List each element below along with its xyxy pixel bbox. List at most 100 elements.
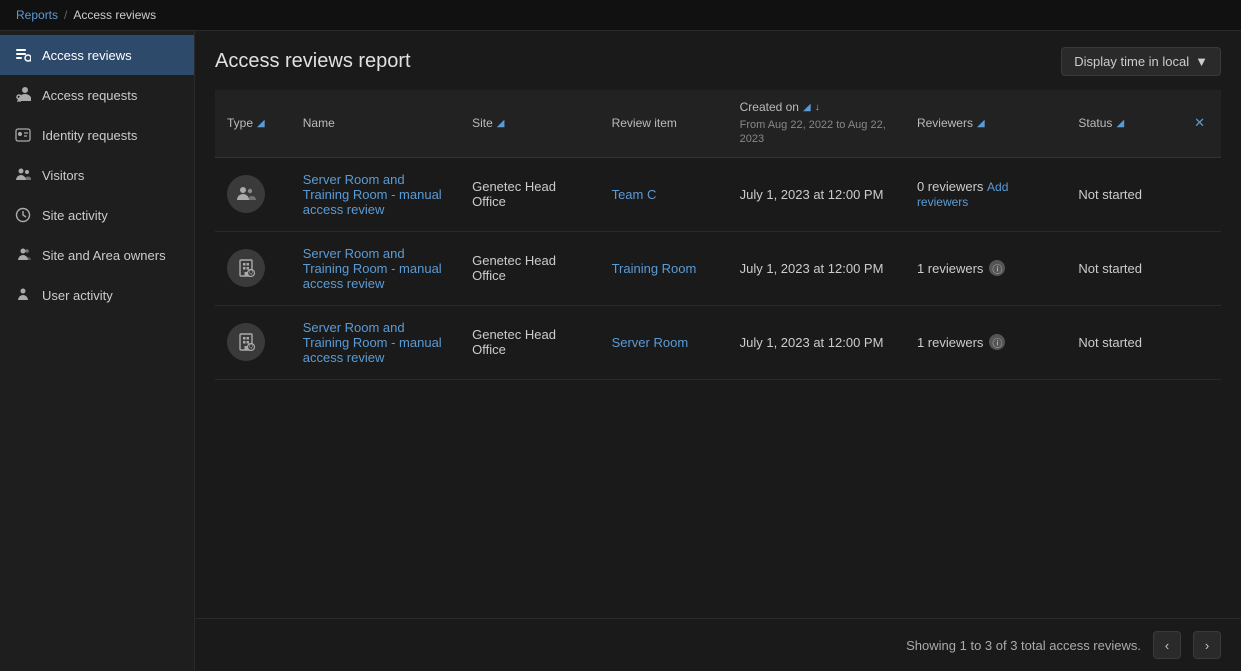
sidebar-item-identity-requests[interactable]: Identity requests bbox=[0, 115, 194, 155]
reviewers-info-icon[interactable]: ⓘ bbox=[989, 334, 1005, 350]
row-created-on-cell: July 1, 2023 at 12:00 PM bbox=[728, 305, 905, 379]
chevron-down-icon: ▼ bbox=[1195, 54, 1208, 69]
row-action-cell bbox=[1182, 157, 1221, 231]
row-review-item-link[interactable]: Server Room bbox=[612, 335, 689, 350]
row-created-on-value: July 1, 2023 at 12:00 PM bbox=[740, 335, 884, 350]
reviewers-filter-icon[interactable]: ◢ bbox=[977, 118, 985, 129]
showing-text: Showing 1 to 3 of 3 total access reviews… bbox=[906, 638, 1141, 653]
row-site-value: Genetec Head Office bbox=[472, 179, 556, 209]
row-name-cell: Server Room and Training Room - manual a… bbox=[291, 231, 460, 305]
row-reviewers-count: 1 reviewers bbox=[917, 261, 983, 276]
sidebar-item-label-user-activity: User activity bbox=[42, 288, 113, 303]
sidebar-item-label-site-area-owners: Site and Area owners bbox=[42, 248, 166, 263]
row-site-cell: Genetec Head Office bbox=[460, 231, 599, 305]
row-type-icon-cell: Q bbox=[215, 305, 291, 379]
row-action-cell bbox=[1182, 231, 1221, 305]
row-status-value: Not started bbox=[1078, 261, 1142, 276]
access-reviews-table: Type ◢ Name Site ◢ bbox=[215, 90, 1221, 380]
col-header-clear: ✕ bbox=[1182, 90, 1221, 157]
row-type-group-icon bbox=[227, 175, 265, 213]
row-review-item-cell: Server Room bbox=[600, 305, 728, 379]
row-review-item-cell: Training Room bbox=[600, 231, 728, 305]
sidebar-item-site-area-owners[interactable]: Site and Area owners bbox=[0, 235, 194, 275]
row-name-link[interactable]: Server Room and Training Room - manual a… bbox=[303, 320, 442, 365]
content-area: Access reviews report Display time in lo… bbox=[195, 31, 1241, 671]
visitors-icon bbox=[14, 166, 32, 184]
reviewers-info-icon[interactable]: ⓘ bbox=[989, 260, 1005, 276]
col-header-review-item: Review item bbox=[600, 90, 728, 157]
breadcrumb-separator: / bbox=[64, 8, 67, 22]
page-title: Access reviews report bbox=[215, 50, 411, 73]
created-on-filter-icon[interactable]: ◢ bbox=[803, 102, 811, 113]
row-name-cell: Server Room and Training Room - manual a… bbox=[291, 305, 460, 379]
sidebar: Access reviews Access requests Identit bbox=[0, 31, 195, 671]
row-status-cell: Not started bbox=[1066, 231, 1182, 305]
sidebar-item-user-activity[interactable]: User activity bbox=[0, 275, 194, 315]
row-reviewers-cell: 1 reviewers ⓘ bbox=[905, 231, 1066, 305]
row-site-cell: Genetec Head Office bbox=[460, 305, 599, 379]
breadcrumb: Reports / Access reviews bbox=[0, 0, 1241, 31]
table-row: Q Server Room and Training Room - manual… bbox=[215, 231, 1221, 305]
row-status-cell: Not started bbox=[1066, 305, 1182, 379]
row-name-link[interactable]: Server Room and Training Room - manual a… bbox=[303, 172, 442, 217]
user-activity-icon bbox=[14, 286, 32, 304]
clear-all-filters-icon[interactable]: ✕ bbox=[1194, 115, 1205, 130]
col-header-name: Name bbox=[291, 90, 460, 157]
row-created-on-value: July 1, 2023 at 12:00 PM bbox=[740, 187, 884, 202]
date-range-subtitle: From Aug 22, 2022 to Aug 22, 2023 bbox=[740, 118, 893, 147]
row-type-icon-cell bbox=[215, 157, 291, 231]
identity-requests-icon bbox=[14, 126, 32, 144]
display-time-button[interactable]: Display time in local ▼ bbox=[1061, 47, 1221, 76]
table-row: Server Room and Training Room - manual a… bbox=[215, 157, 1221, 231]
created-on-sort-icon[interactable]: ↓ bbox=[815, 102, 820, 113]
row-site-value: Genetec Head Office bbox=[472, 253, 556, 283]
row-status-value: Not started bbox=[1078, 187, 1142, 202]
row-name-cell: Server Room and Training Room - manual a… bbox=[291, 157, 460, 231]
row-review-item-link[interactable]: Team C bbox=[612, 187, 657, 202]
type-filter-icon[interactable]: ◢ bbox=[257, 118, 265, 129]
sidebar-item-access-reviews[interactable]: Access reviews bbox=[0, 35, 194, 75]
col-header-status: Status ◢ bbox=[1066, 90, 1182, 157]
row-created-on-value: July 1, 2023 at 12:00 PM bbox=[740, 261, 884, 276]
breadcrumb-reports[interactable]: Reports bbox=[16, 8, 58, 22]
display-time-label: Display time in local bbox=[1074, 54, 1189, 69]
table-footer: Showing 1 to 3 of 3 total access reviews… bbox=[195, 618, 1241, 671]
status-filter-icon[interactable]: ◢ bbox=[1116, 118, 1124, 129]
next-page-button[interactable]: › bbox=[1193, 631, 1221, 659]
row-name-link[interactable]: Server Room and Training Room - manual a… bbox=[303, 246, 442, 291]
row-action-cell bbox=[1182, 305, 1221, 379]
svg-text:Q: Q bbox=[249, 344, 253, 350]
sidebar-item-label-access-requests: Access requests bbox=[42, 88, 137, 103]
row-reviewers-count: 1 reviewers bbox=[917, 335, 983, 350]
row-reviewers-cell: 1 reviewers ⓘ bbox=[905, 305, 1066, 379]
breadcrumb-current: Access reviews bbox=[73, 8, 156, 22]
sidebar-item-label-access-reviews: Access reviews bbox=[42, 48, 132, 63]
sidebar-item-site-activity[interactable]: Site activity bbox=[0, 195, 194, 235]
row-review-item-cell: Team C bbox=[600, 157, 728, 231]
row-type-icon-cell: Q bbox=[215, 231, 291, 305]
access-requests-icon bbox=[14, 86, 32, 104]
sidebar-item-label-visitors: Visitors bbox=[42, 168, 84, 183]
sidebar-item-visitors[interactable]: Visitors bbox=[0, 155, 194, 195]
table-container: Type ◢ Name Site ◢ bbox=[195, 90, 1241, 618]
sidebar-item-label-identity-requests: Identity requests bbox=[42, 128, 137, 143]
prev-page-button[interactable]: ‹ bbox=[1153, 631, 1181, 659]
row-created-on-cell: July 1, 2023 at 12:00 PM bbox=[728, 157, 905, 231]
sidebar-item-label-site-activity: Site activity bbox=[42, 208, 108, 223]
row-status-cell: Not started bbox=[1066, 157, 1182, 231]
row-reviewers-count: 0 reviewers bbox=[917, 179, 983, 194]
col-header-reviewers: Reviewers ◢ bbox=[905, 90, 1066, 157]
row-site-value: Genetec Head Office bbox=[472, 327, 556, 357]
access-reviews-icon bbox=[14, 46, 32, 64]
row-created-on-cell: July 1, 2023 at 12:00 PM bbox=[728, 231, 905, 305]
site-activity-icon bbox=[14, 206, 32, 224]
row-review-item-link[interactable]: Training Room bbox=[612, 261, 697, 276]
table-header-row: Type ◢ Name Site ◢ bbox=[215, 90, 1221, 157]
row-status-value: Not started bbox=[1078, 335, 1142, 350]
row-site-cell: Genetec Head Office bbox=[460, 157, 599, 231]
sidebar-item-access-requests[interactable]: Access requests bbox=[0, 75, 194, 115]
row-type-building-icon: Q bbox=[227, 249, 265, 287]
table-row: Q Server Room and Training Room - manual… bbox=[215, 305, 1221, 379]
site-filter-icon[interactable]: ◢ bbox=[497, 118, 505, 129]
col-header-site: Site ◢ bbox=[460, 90, 599, 157]
